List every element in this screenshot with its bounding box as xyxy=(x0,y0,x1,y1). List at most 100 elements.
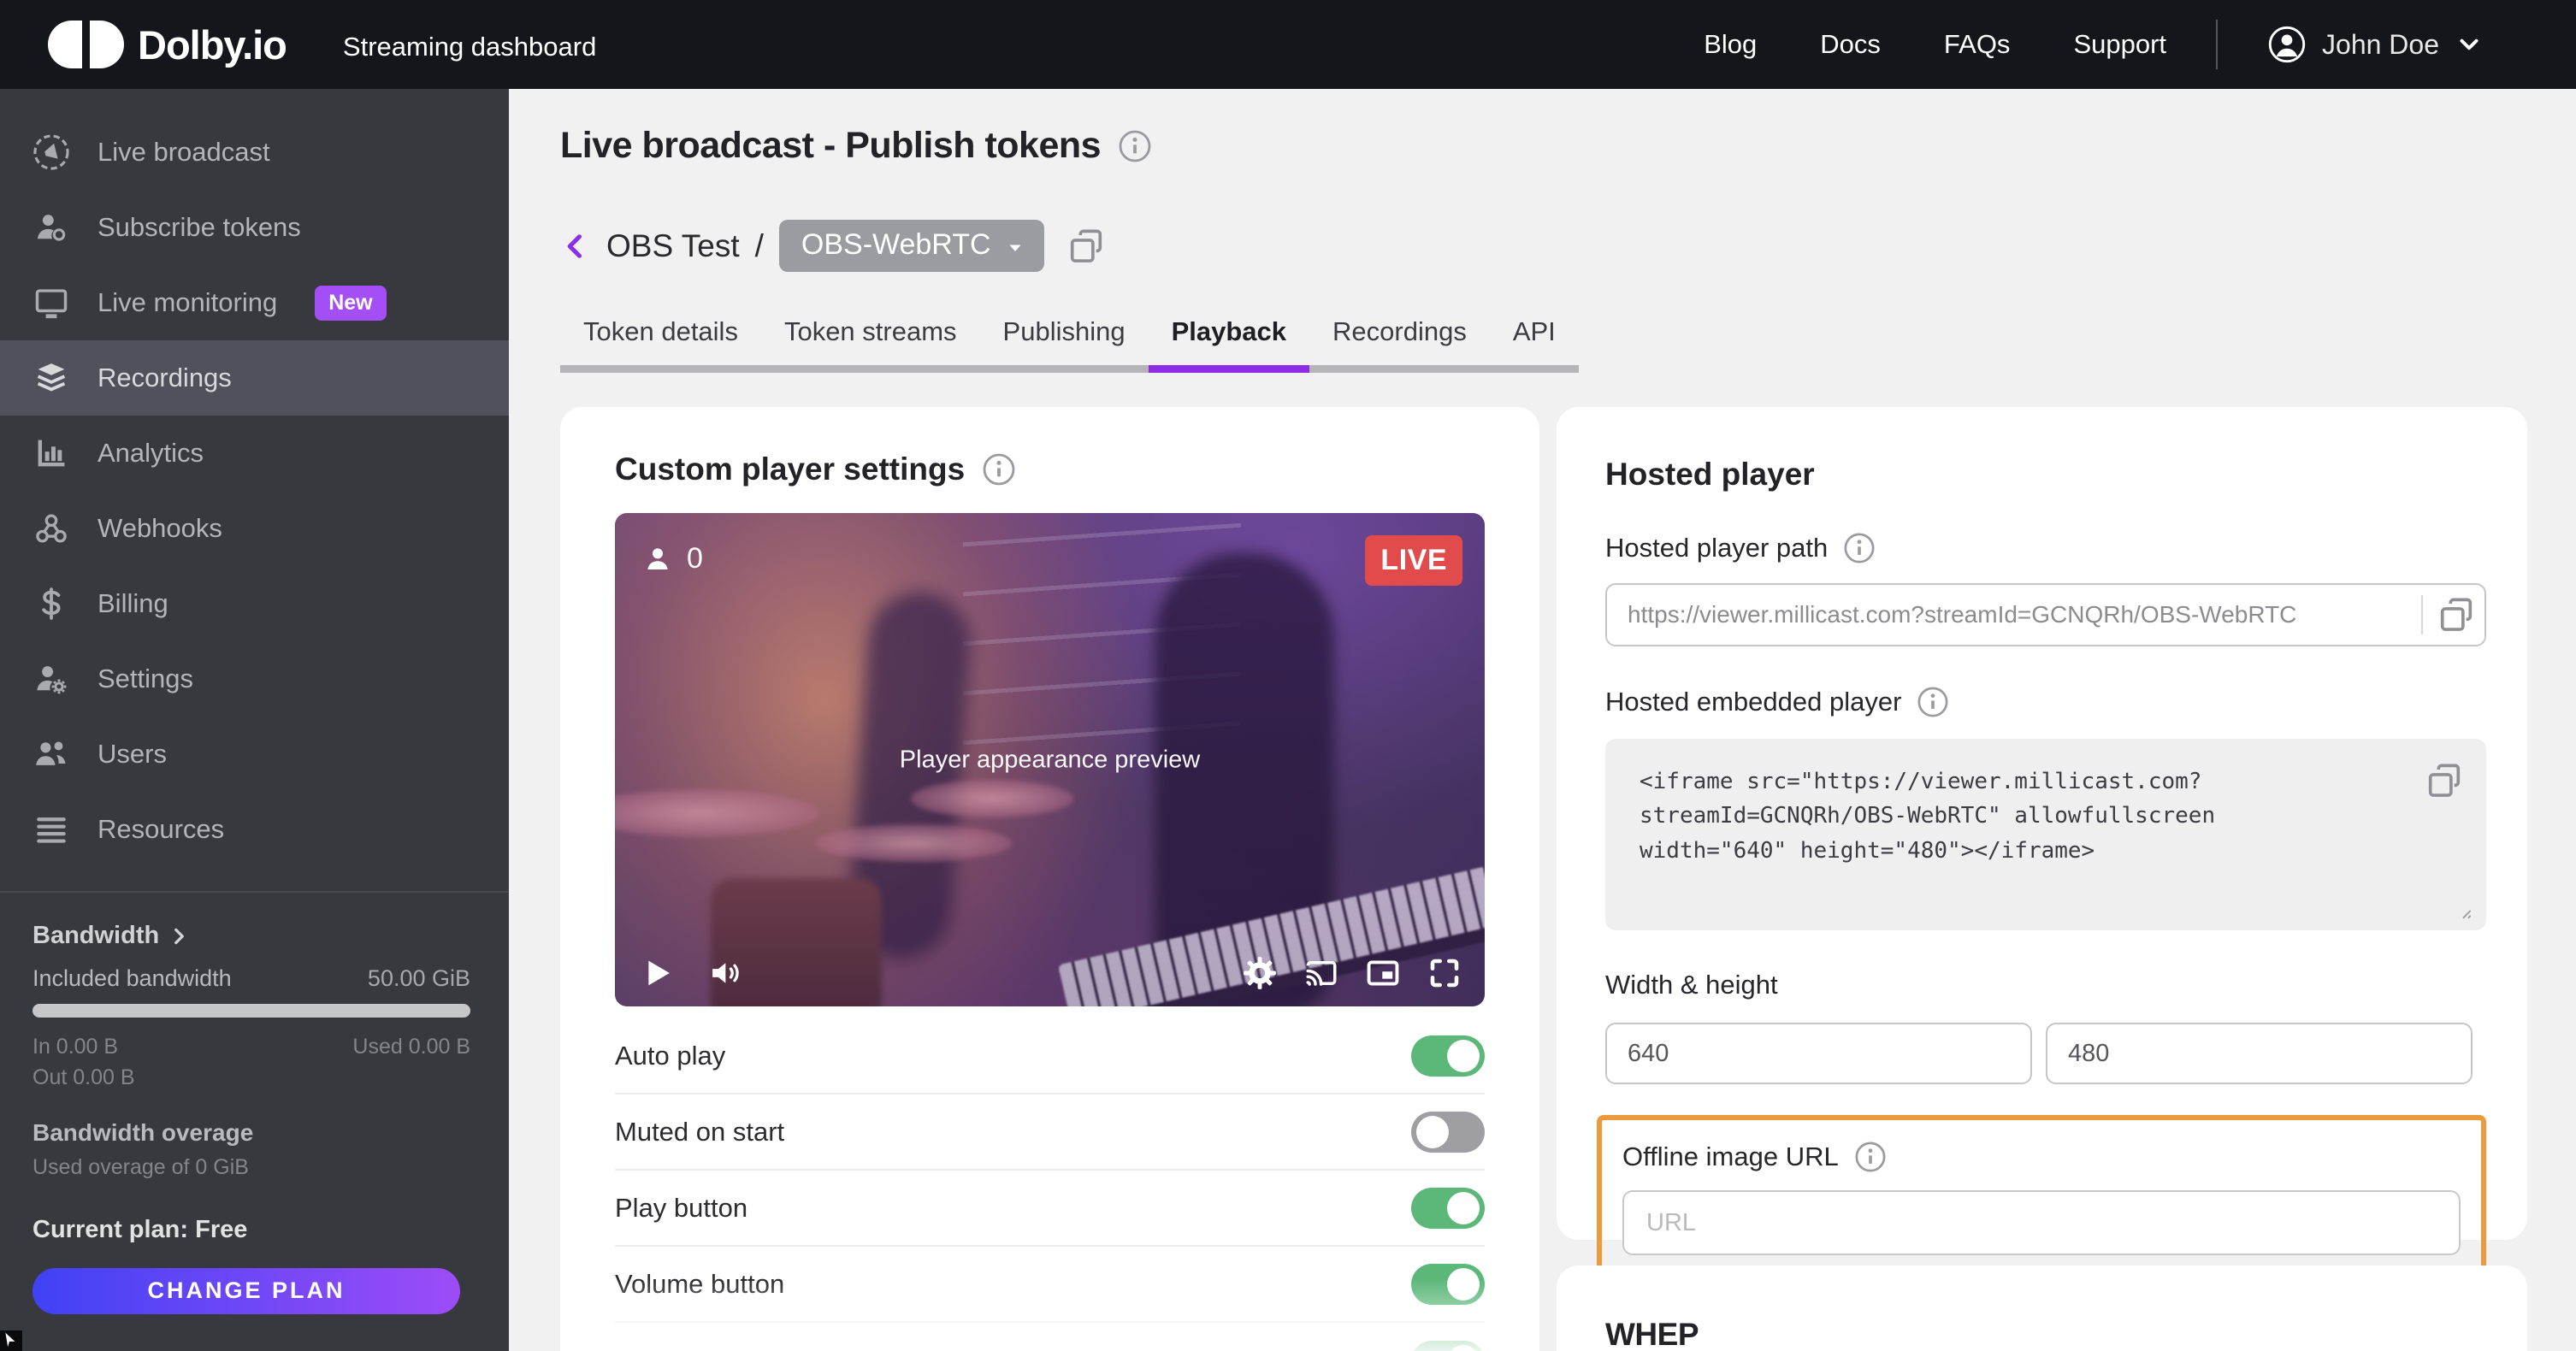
resize-handle-icon[interactable] xyxy=(2452,900,2474,922)
hosted-card-title: Hosted player xyxy=(1605,457,1815,493)
viewer-icon xyxy=(642,544,673,575)
embed-label: Hosted embedded player xyxy=(1605,687,1901,717)
app-title: Streaming dashboard xyxy=(343,32,596,62)
player-setting-row: Auto play xyxy=(615,1018,1485,1094)
copy-token-icon[interactable] xyxy=(1066,227,1106,266)
player-setting-row: Muted on start xyxy=(615,1094,1485,1171)
bandwidth-title: Bandwidth xyxy=(32,922,159,950)
copy-embed-icon[interactable] xyxy=(2425,761,2464,800)
sidebar-item-resources[interactable]: Resources xyxy=(0,792,509,867)
volume-icon[interactable] xyxy=(707,955,743,991)
hosted-path-info-icon[interactable] xyxy=(1843,532,1876,564)
tab-playback[interactable]: Playback xyxy=(1149,311,1309,373)
player-card-title: Custom player settings xyxy=(615,451,965,487)
player-preview: 0 LIVE Player appearance preview xyxy=(615,513,1485,1006)
player-controls xyxy=(639,955,1462,991)
sidebar-item-recordings[interactable]: Recordings xyxy=(0,340,509,416)
tab-recordings[interactable]: Recordings xyxy=(1309,311,1490,373)
brand[interactable]: Dolby.io xyxy=(48,21,287,68)
toggle-play-button[interactable] xyxy=(1411,1188,1485,1229)
tab-publishing[interactable]: Publishing xyxy=(980,311,1149,373)
viewer-count: 0 xyxy=(687,542,703,575)
sidebar-item-webhooks[interactable]: Webhooks xyxy=(0,491,509,566)
sidebar-item-analytics[interactable]: Analytics xyxy=(0,416,509,491)
sidebar-item-label: Billing xyxy=(97,588,168,619)
bandwidth-progress-bar xyxy=(32,1004,470,1018)
offline-image-info-icon[interactable] xyxy=(1854,1141,1887,1173)
nav-faqs[interactable]: FAQs xyxy=(1944,29,2011,60)
custom-player-settings-card: Custom player settings xyxy=(560,407,1539,1351)
toggle-label: Fullscreen button xyxy=(615,1346,818,1351)
monitor-icon xyxy=(32,284,70,322)
toggle-volume-button[interactable] xyxy=(1411,1264,1485,1305)
player-setting-row: Play button xyxy=(615,1171,1485,1247)
offline-image-url-input[interactable] xyxy=(1622,1190,2461,1255)
toggle-knob xyxy=(1447,1192,1480,1224)
embed-code: <iframe src="https://viewer.millicast.co… xyxy=(1640,764,2307,868)
viewer-count-chip: 0 xyxy=(642,542,703,575)
toggle-label: Volume button xyxy=(615,1269,784,1300)
sidebar-item-billing[interactable]: Billing xyxy=(0,566,509,641)
back-chevron-icon[interactable] xyxy=(560,231,591,262)
sidebar-item-label: Live broadcast xyxy=(97,137,270,168)
nav-docs[interactable]: Docs xyxy=(1820,29,1881,60)
resources-icon xyxy=(32,811,70,848)
bandwidth-out-value: Out 0.00 B xyxy=(32,1062,468,1093)
mouse-cursor-icon xyxy=(0,1330,22,1351)
toggle-fullscreen-button[interactable] xyxy=(1411,1341,1485,1351)
sidebar-item-settings[interactable]: Settings xyxy=(0,641,509,717)
sidebar-item-label: Analytics xyxy=(97,438,204,469)
chevron-right-icon xyxy=(168,925,190,947)
hosted-path-label: Hosted player path xyxy=(1605,533,1828,563)
tab-api[interactable]: API xyxy=(1490,311,1579,373)
caret-down-icon xyxy=(1005,238,1025,258)
token-selector[interactable]: OBS-WebRTC xyxy=(779,220,1044,272)
bandwidth-used-value: Used 0.00 B xyxy=(352,1031,470,1062)
tab-token-details[interactable]: Token details xyxy=(560,311,761,373)
toggle-knob xyxy=(1447,1345,1480,1351)
user-menu[interactable]: John Doe xyxy=(2267,25,2484,64)
whep-title: WHEP xyxy=(1605,1317,2479,1351)
fullscreen-icon[interactable] xyxy=(1427,955,1462,991)
player-setting-row: Volume button xyxy=(615,1247,1485,1323)
included-bandwidth-value: 50.00 GiB xyxy=(368,965,470,992)
sidebar-item-label: Subscribe tokens xyxy=(97,212,301,243)
play-icon[interactable] xyxy=(639,955,675,991)
app-header: Dolby.io Streaming dashboard Blog Docs FAQ… xyxy=(0,0,2576,89)
change-plan-button[interactable]: CHANGE PLAN xyxy=(32,1268,460,1314)
bandwidth-link[interactable]: Bandwidth xyxy=(32,922,468,950)
token-name: OBS-WebRTC xyxy=(801,228,991,262)
width-input[interactable] xyxy=(1605,1023,2032,1084)
pip-icon[interactable] xyxy=(1365,955,1401,991)
offline-image-highlight-box: Offline image URL xyxy=(1597,1115,2486,1286)
tab-token-streams[interactable]: Token streams xyxy=(761,311,980,373)
nav-blog[interactable]: Blog xyxy=(1704,29,1757,60)
toggle-muted-on-start[interactable] xyxy=(1411,1112,1485,1153)
toggle-knob xyxy=(1447,1268,1480,1301)
user-name: John Doe xyxy=(2322,29,2439,61)
offline-image-label: Offline image URL xyxy=(1622,1142,1839,1172)
breadcrumb-parent[interactable]: OBS Test xyxy=(606,228,740,264)
sidebar-item-users[interactable]: Users xyxy=(0,717,509,792)
toggle-label: Muted on start xyxy=(615,1117,784,1147)
sidebar-item-subscribe-tokens[interactable]: Subscribe tokens xyxy=(0,190,509,265)
cast-icon[interactable] xyxy=(1303,955,1339,991)
height-input[interactable] xyxy=(2046,1023,2473,1084)
hosted-player-card: Hosted player Hosted player path https:/… xyxy=(1557,407,2527,1240)
page-info-icon[interactable] xyxy=(1118,129,1152,163)
embed-code-box[interactable]: <iframe src="https://viewer.millicast.co… xyxy=(1605,739,2486,930)
embed-info-icon[interactable] xyxy=(1917,686,1949,718)
sidebar-item-live-broadcast[interactable]: Live broadcast xyxy=(0,115,509,190)
breadcrumb-separator: / xyxy=(755,228,764,264)
hosted-path-field[interactable]: https://viewer.millicast.com?streamId=GC… xyxy=(1605,583,2486,646)
sidebar-item-label: Resources xyxy=(97,814,224,845)
dolby-logo-icon xyxy=(48,21,124,68)
toggle-auto-play[interactable] xyxy=(1411,1035,1485,1077)
live-badge: LIVE xyxy=(1365,535,1462,586)
sidebar-item-live-monitoring[interactable]: Live monitoringNew xyxy=(0,265,509,340)
copy-path-icon[interactable] xyxy=(2437,595,2476,634)
nav-support[interactable]: Support xyxy=(2073,29,2166,60)
player-card-info-icon[interactable] xyxy=(982,452,1016,487)
settings-gear-icon[interactable] xyxy=(1242,955,1278,991)
breadcrumb: OBS Test / OBS-WebRTC xyxy=(560,220,2527,272)
